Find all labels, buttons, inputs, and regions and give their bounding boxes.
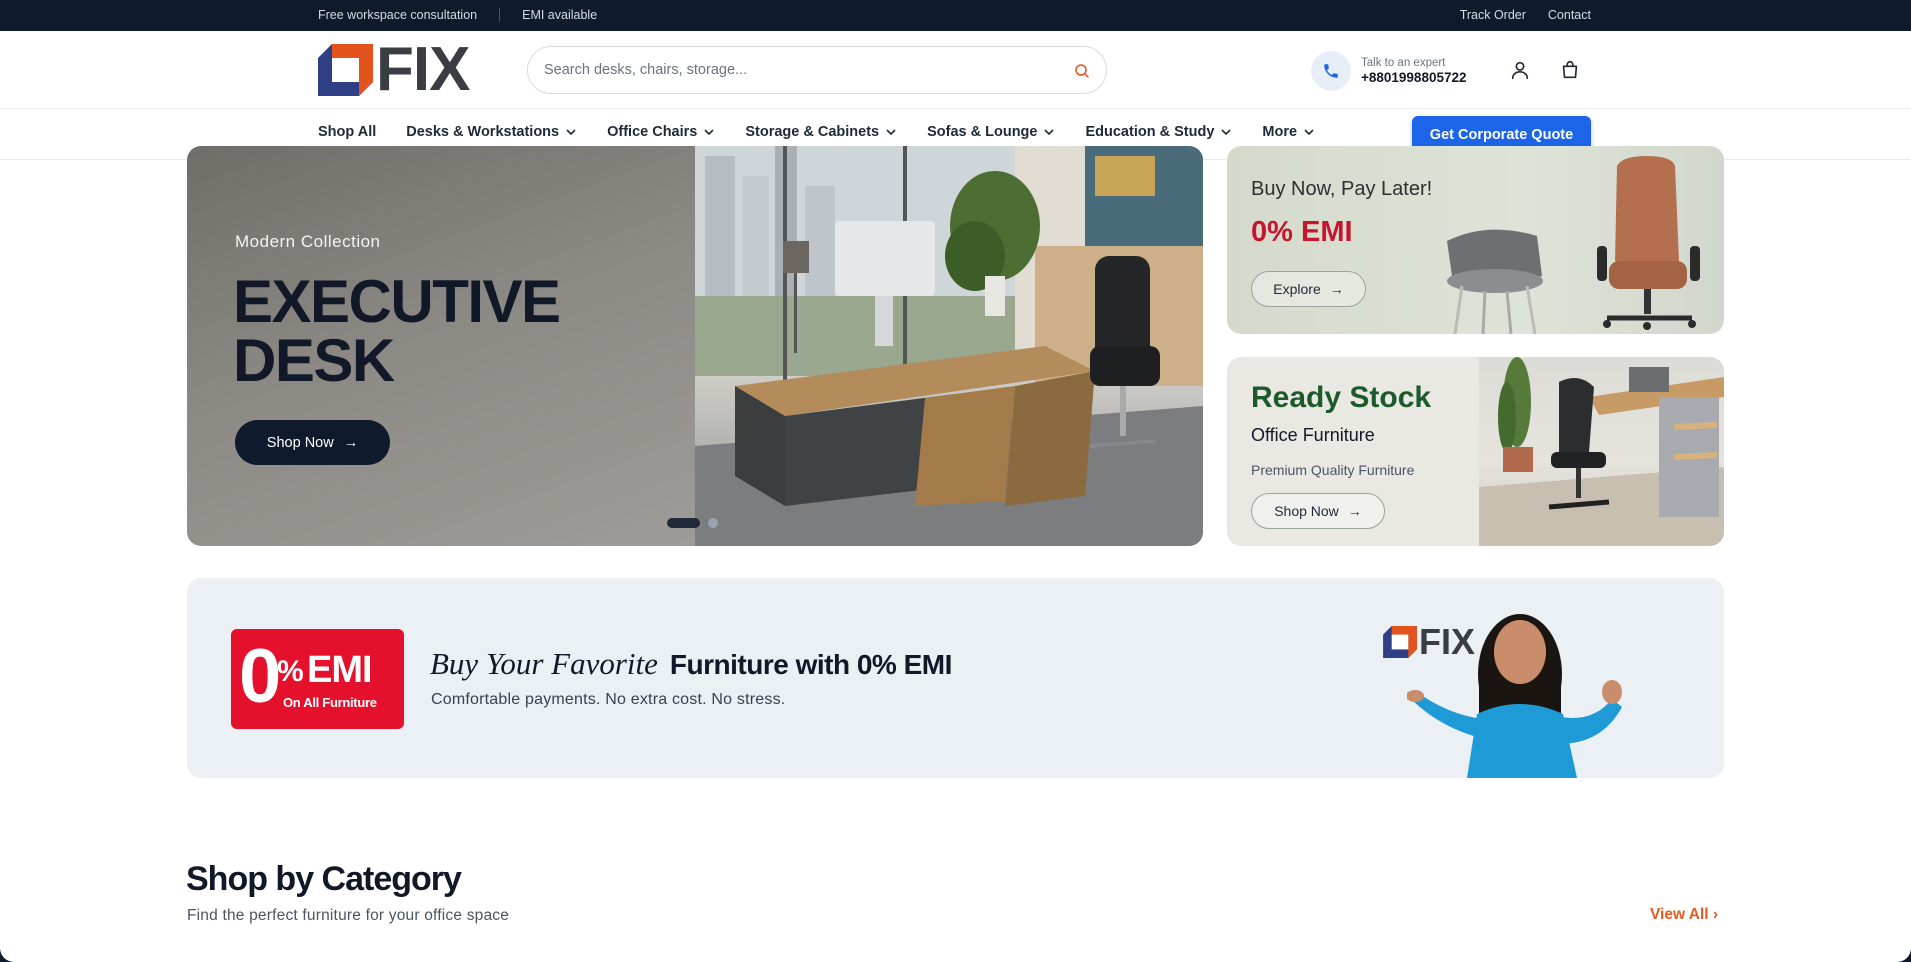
emi-badge-emi: EMI <box>307 649 373 691</box>
ready-stock-caption: Premium Quality Furniture <box>1251 462 1415 478</box>
emi-badge-sub: On All Furniture <box>283 695 377 710</box>
hero-desk-image <box>695 146 1203 546</box>
expert-label: Talk to an expert <box>1361 57 1446 69</box>
nav-item-more[interactable]: More <box>1262 124 1315 140</box>
top-bar-divider <box>499 8 501 22</box>
chevron-down-icon <box>886 129 896 136</box>
promo-card-emi[interactable]: Buy Now, Pay Later! 0% EMI Explore → <box>1227 146 1724 334</box>
consultation-text: Free workspace consultation <box>318 8 478 22</box>
emi-badge-zero: 0 <box>239 634 282 719</box>
search-input[interactable] <box>544 59 1044 81</box>
search-bar <box>527 46 1107 94</box>
nav-item-education[interactable]: Education & Study <box>1085 124 1232 140</box>
hero-slider: Modern Collection EXECUTIVE DESK Shop No… <box>187 146 1203 546</box>
hero-shop-now-button[interactable]: Shop Now → <box>235 420 390 465</box>
page: FIX Talk to an expert +8801998805722 <box>0 31 1911 962</box>
emi-badge: 0 % EMI On All Furniture <box>231 629 404 729</box>
category-title: Shop by Category <box>186 860 462 898</box>
user-icon[interactable] <box>1509 59 1531 81</box>
site-header: FIX Talk to an expert +8801998805722 <box>0 31 1911 109</box>
contact-link[interactable]: Contact <box>1548 8 1591 22</box>
chairs-image <box>1447 156 1700 334</box>
ready-stock-subtitle: Office Furniture <box>1251 425 1375 445</box>
chevron-down-icon <box>704 129 714 136</box>
ready-stock-title: Ready Stock <box>1251 381 1432 414</box>
nav-item-storage[interactable]: Storage & Cabinets <box>745 124 897 140</box>
nav-item-chairs[interactable]: Office Chairs <box>607 124 715 140</box>
emi-banner[interactable]: 0 % EMI On All Furniture Buy Your Favori… <box>187 578 1724 778</box>
emi-available-text: EMI available <box>522 8 598 22</box>
promo-emi-line1: Buy Now, Pay Later! <box>1251 178 1433 200</box>
nav-items: Shop All Desks & Workstations Office Cha… <box>318 124 1345 140</box>
emi-headline-italic: Buy Your Favorite <box>430 646 658 681</box>
phone-icon <box>1311 51 1351 91</box>
hero-title-line2: DESK <box>233 327 395 394</box>
emi-subtext: Comfortable payments. No extra cost. No … <box>431 691 786 708</box>
arrow-right-icon: → <box>1347 503 1362 519</box>
promo-emi-line2: 0% EMI <box>1251 216 1353 248</box>
site-logo[interactable]: FIX <box>318 35 470 104</box>
emi-badge-percent: % <box>277 655 304 688</box>
top-bar-left: Free workspace consultation EMI availabl… <box>318 8 597 22</box>
chevron-down-icon <box>1221 129 1231 136</box>
emi-headline: Buy Your Favorite Furniture with 0% EMI <box>430 646 952 682</box>
hero-title-line1: EXECUTIVE <box>233 268 561 335</box>
explore-button[interactable]: Explore → <box>1251 271 1366 307</box>
expert-phone: +8801998805722 <box>1361 70 1467 85</box>
emi-headline-bold: Furniture with 0% EMI <box>669 649 952 680</box>
slider-dot-1[interactable] <box>667 518 700 528</box>
search-icon[interactable] <box>1072 61 1092 81</box>
slider-dot-2[interactable] <box>708 518 718 528</box>
arrow-right-icon: → <box>343 434 359 451</box>
category-subtitle: Find the perfect furniture for your offi… <box>187 907 510 924</box>
top-bar: Free workspace consultation EMI availabl… <box>0 0 1911 31</box>
expert-contact[interactable]: Talk to an expert +8801998805722 <box>1311 51 1467 91</box>
chevron-down-icon <box>1304 129 1314 136</box>
nav-item-desks[interactable]: Desks & Workstations <box>406 124 577 140</box>
arrow-right-icon: → <box>1329 281 1344 297</box>
nav-item-sofas[interactable]: Sofas & Lounge <box>927 124 1055 140</box>
ready-stock-shop-now-button[interactable]: Shop Now → <box>1251 493 1385 529</box>
expert-text: Talk to an expert +8801998805722 <box>1361 57 1467 85</box>
logo-mark-icon <box>318 44 373 96</box>
view-all-link[interactable]: View All › <box>1650 906 1718 924</box>
hero-eyebrow: Modern Collection <box>235 232 381 251</box>
track-order-link[interactable]: Track Order <box>1460 8 1526 22</box>
hero-title: EXECUTIVE DESK <box>233 268 561 394</box>
cart-icon[interactable] <box>1559 59 1581 81</box>
slider-dots <box>667 518 718 528</box>
promo-card-ready-stock[interactable]: Ready Stock Office Furniture Premium Qua… <box>1227 357 1724 546</box>
chevron-down-icon <box>1044 129 1055 136</box>
ready-stock-image <box>1479 357 1724 546</box>
nav-item-shop-all[interactable]: Shop All <box>318 124 376 140</box>
chevron-down-icon <box>566 129 576 136</box>
logo-text: FIX <box>376 35 470 104</box>
girl-thumbs-up-image <box>1407 614 1622 778</box>
top-bar-right: Track Order Contact <box>1460 8 1591 22</box>
